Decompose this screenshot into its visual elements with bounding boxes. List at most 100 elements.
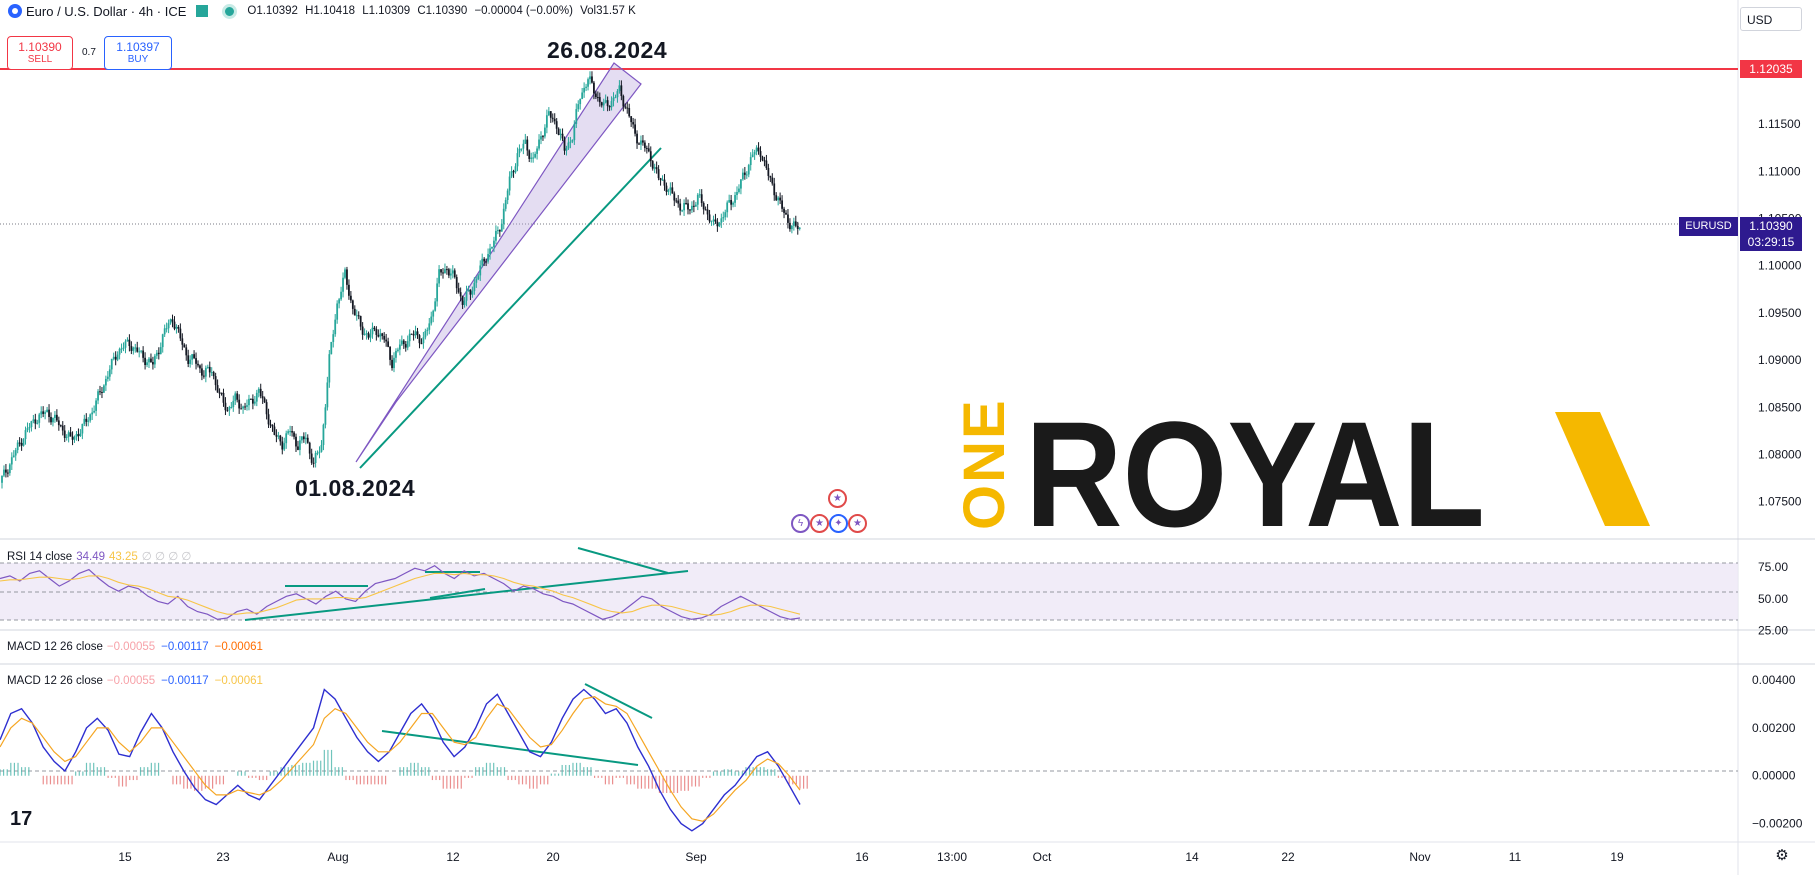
candle-up (589, 76, 591, 80)
candle-up (175, 326, 178, 329)
candle-up (720, 218, 723, 223)
candle-down (483, 258, 486, 262)
change-value: −0.00004 (−0.00%) (474, 5, 573, 17)
candle-down (549, 111, 552, 118)
trough-date-label[interactable]: 01.08.2024 (295, 475, 415, 502)
rising-channel[interactable] (355, 62, 642, 463)
macd-legend-1[interactable]: MACD 12 26 close −0.00055 −0.00117 −0.00061 (7, 641, 263, 653)
candle-up (118, 348, 121, 355)
candle-down (779, 197, 782, 201)
candle-down (69, 432, 72, 437)
price-tick-label: 1.07500 (1758, 495, 1802, 509)
us-event-icon-3[interactable]: ★ (848, 514, 867, 533)
candle-up (544, 127, 546, 137)
candle-down (136, 347, 139, 352)
chart-canvas[interactable]: 1.115001.110001.105001.100001.095001.090… (0, 0, 1815, 875)
candle-down (187, 355, 190, 364)
sell-price: 1.10390 (18, 40, 62, 54)
candle-up (471, 291, 474, 295)
candle-up (363, 333, 366, 335)
symbol-logo-icon (8, 4, 22, 18)
candle-down (638, 143, 640, 145)
candle-down (442, 272, 444, 274)
macd-signal-value-1: −0.00061 (214, 641, 263, 653)
candle-down (769, 175, 772, 178)
candle-down (202, 375, 205, 377)
macd-tick-label: 0.00400 (1752, 673, 1796, 687)
macd-legend-2[interactable]: MACD 12 26 close −0.00055 −0.00117 −0.00061 (7, 675, 263, 687)
candle-down (152, 362, 154, 365)
candle-down (183, 344, 186, 348)
candle-up (755, 147, 758, 153)
price-tick-label: 1.10000 (1758, 259, 1802, 273)
currency-select[interactable]: USD (1740, 7, 1802, 31)
candle-down (687, 203, 689, 210)
candle-up (36, 422, 39, 424)
candle-up (46, 409, 48, 413)
candle-up (569, 141, 572, 143)
candle-down (195, 358, 197, 364)
spread-value: 0.7 (82, 47, 96, 58)
candle-down (796, 225, 799, 230)
eu-event-icon[interactable]: ✦ (829, 514, 848, 533)
candle-up (506, 190, 509, 201)
symbol-title[interactable]: Euro / U.S. Dollar · 4h · ICE (26, 4, 186, 19)
us-event-icon[interactable]: ★ (828, 489, 847, 508)
candle-down (201, 368, 203, 376)
candle-down (685, 203, 687, 205)
candle-up (406, 341, 409, 348)
candle-down (197, 363, 199, 366)
candle-down (453, 270, 456, 278)
candle-down (528, 150, 531, 159)
candle-up (504, 200, 507, 209)
candle-up (14, 450, 17, 456)
candle-down (675, 200, 678, 202)
candle-up (424, 331, 427, 338)
candle-up (283, 443, 286, 450)
peak-date-label[interactable]: 26.08.2024 (547, 37, 667, 64)
candle-up (408, 333, 411, 342)
candle-up (65, 436, 68, 438)
candle-up (430, 316, 433, 324)
candle-down (5, 469, 7, 473)
candle-down (42, 411, 45, 414)
candle-up (422, 337, 425, 344)
candle-down (416, 331, 419, 336)
volume-value: Vol31.57 K (580, 5, 636, 17)
gear-icon[interactable]: ⚙ (1774, 848, 1790, 864)
macd-signal-line (0, 696, 801, 822)
tradingview-logo-icon[interactable]: 17 (10, 808, 32, 831)
candle-down (759, 151, 762, 157)
lightning-event-icon[interactable]: ϟ (791, 514, 810, 533)
market-status-icon[interactable] (196, 5, 209, 17)
candle-down (238, 399, 241, 409)
rsi-legend[interactable]: RSI 14 close 34.49 43.25 ∅ ∅ ∅ ∅ (7, 549, 191, 563)
candle-up (159, 347, 162, 355)
candle-down (216, 385, 219, 393)
candle-down (600, 102, 603, 106)
last-price-tag: 1.10390 03:29:15 (1740, 217, 1802, 251)
sell-button[interactable]: 1.10390 SELL (7, 36, 73, 70)
rsi-legend-name: RSI 14 close (7, 551, 73, 563)
candle-up (475, 279, 478, 283)
support-trendline[interactable] (359, 147, 662, 469)
candle-up (314, 453, 317, 464)
candle-up (322, 424, 325, 445)
time-axis[interactable]: 15 23 Aug 12 20 Sep 16 13:00 Oct 14 22 Nov 11 19 (118, 850, 1624, 864)
macd-trendline-1[interactable] (381, 730, 639, 766)
candle-down (259, 388, 262, 397)
candle-down (171, 319, 174, 322)
us-event-icon-2[interactable]: ★ (810, 514, 829, 533)
candle-up (732, 202, 734, 205)
candle-down (700, 194, 703, 204)
candle-down (485, 261, 488, 263)
buy-button[interactable]: 1.10397 BUY (104, 36, 172, 70)
candle-up (338, 299, 341, 304)
macd-legend-name-2: MACD 12 26 close (7, 675, 103, 687)
candle-up (436, 283, 439, 302)
candle-up (371, 327, 374, 335)
candle-down (440, 269, 442, 273)
candle-up (473, 282, 476, 292)
candle-up (103, 385, 105, 393)
candle-up (751, 154, 754, 158)
